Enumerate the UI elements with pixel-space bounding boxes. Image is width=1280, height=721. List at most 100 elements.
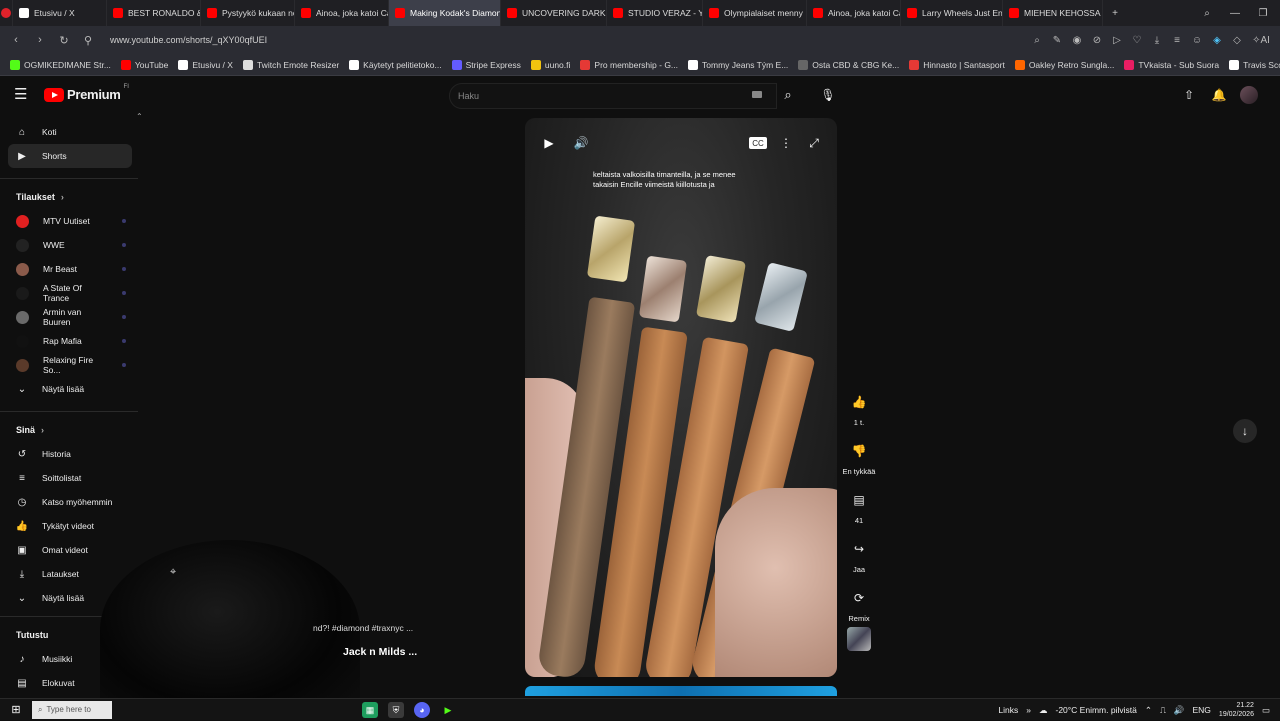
browser-tab[interactable]: STUDIO VERAZ - YouT [607,0,703,26]
bookmark-item[interactable]: Käytetyt pelitietoko... [345,59,445,70]
sidebar-subscription-item[interactable]: Relaxing Fire So... [0,353,132,377]
profile-icon[interactable]: ☺ [1188,30,1206,50]
bookmark-item[interactable]: Oakley Retro Sungla... [1011,59,1119,70]
search-tabs-icon[interactable]: ⌕ [1195,0,1219,26]
youtube-premium-logo[interactable]: Premium FI [44,84,129,102]
upload-icon[interactable]: ⇧ [1180,86,1198,104]
remix-icon[interactable]: ⟳ [845,584,873,612]
bookmark-item[interactable]: uuno.fi [527,59,575,70]
bookmark-item[interactable]: Tommy Jeans Tým E... [684,59,792,70]
browser-tab[interactable]: Ainoa, joka katoi Ca [807,0,901,26]
play-icon[interactable]: ▶ [539,134,559,152]
new-tab-button[interactable]: + [1103,0,1127,26]
back-button[interactable]: ‹ [6,30,26,50]
play-icon[interactable]: ▷ [1108,30,1126,50]
sidebar-item-home[interactable]: ⌂ Koti [0,120,132,144]
extension-icon[interactable]: ◈ [1208,30,1226,50]
keyboard-icon[interactable] [752,91,762,98]
show-more-subscriptions[interactable]: ⌄ Näytä lisää [0,377,132,401]
tray-chevron-icon[interactable]: ⌃ [1145,705,1152,716]
sidebar-subscription-item[interactable]: Rap Mafia [0,329,132,353]
forward-button[interactable]: › [30,30,50,50]
you-heading[interactable]: Sinä › [0,418,140,442]
menu-icon[interactable]: ≡ [1168,30,1186,50]
bookmark-item[interactable]: Etusivu / X [174,59,237,70]
audio-thumbnail[interactable] [847,627,871,651]
sidebar-item-history[interactable]: ↺ Historia [0,442,132,466]
video-description[interactable]: nd?! #diamond #traxnyc ... [313,623,413,633]
sidebar-item-watch-later[interactable]: ◷ Katso myöhemmin [0,490,132,514]
like-icon[interactable]: 👍 [845,388,873,416]
bookmark-item[interactable]: TVkaista - Sub Suora [1120,59,1223,70]
url-field[interactable]: www.youtube.com/shorts/_qXY00qfUEI [102,30,962,50]
opera-menu-button[interactable] [0,0,13,26]
browser-tab[interactable]: Olympialaiset menny [703,0,807,26]
sidebar-item-downloads[interactable]: ⤓ Lataukset [0,562,132,586]
comments-icon[interactable]: ▤ [845,486,873,514]
microphone-icon[interactable]: 🎙 [818,85,838,105]
search-icon[interactable]: ⌕ [778,83,798,107]
sidebar-subscription-item[interactable]: Mr Beast [0,257,132,281]
bookmark-item[interactable]: Stripe Express [448,59,525,70]
bookmark-item[interactable]: Osta CBD & CBG Ke... [794,59,903,70]
sidebar-subscription-item[interactable]: Armin van Buuren [0,305,132,329]
next-short-preview[interactable] [525,686,837,696]
volume-icon[interactable]: 🔊 [1174,705,1185,716]
sidebar-subscription-item[interactable]: MTV Uutiset [0,209,132,233]
heart-icon[interactable]: ♡ [1128,30,1146,50]
next-short-arrow-down-icon[interactable]: ↓ [1233,419,1257,443]
notifications-bell-icon[interactable]: 🔔 [1210,86,1228,104]
app-icon[interactable]: ▦ [362,702,378,718]
sidebar-subscription-item[interactable]: A State Of Trance [0,281,132,305]
sidebar-subscription-item[interactable]: WWE [0,233,132,257]
subscriptions-heading[interactable]: Tilaukset › [0,185,140,209]
adblock-icon[interactable]: ⊘ [1088,30,1106,50]
sidebar-item-liked-videos[interactable]: 👍 Tykätyt videot [0,514,132,538]
hamburger-menu-icon[interactable]: ☰ [14,86,32,104]
clock[interactable]: 21.22 19/02/2026 [1219,701,1254,719]
account-avatar[interactable] [1240,86,1258,104]
browser-tab[interactable]: Ainoa, joka katoi Ca [295,0,389,26]
browser-tab[interactable]: BEST RONALDO & M [107,0,201,26]
more-options-icon[interactable]: ⋮ [779,134,793,152]
language-indicator[interactable]: ENG [1193,705,1211,715]
download-icon[interactable]: ⤓ [1148,30,1166,50]
reload-button[interactable]: ↻ [54,30,74,50]
sidebar-item-shorts[interactable]: ▶ Shorts [8,144,132,168]
weather-text[interactable]: -20°C Enimm. pilvistä [1055,705,1136,715]
links-toolbar[interactable]: Links [998,705,1018,715]
channel-name[interactable]: Jack n Milds ... [343,646,417,658]
taskbar-search-input[interactable]: ⌕ Type here to [32,700,112,719]
edit-icon[interactable]: ✎ [1048,30,1066,50]
network-icon[interactable]: ⎍ [1160,705,1166,716]
share-icon[interactable]: ↪ [845,535,873,563]
shorts-video-player[interactable]: ▶ 🔊 CC ⋮ ⤢ keltaista valkoisilla timante… [525,118,837,677]
bookmark-item[interactable]: Pro membership - G... [576,59,682,70]
bookmark-item[interactable]: Travis Scott: Outfits... [1225,59,1280,70]
search-page-icon[interactable]: ⌕ [1028,30,1046,50]
kick-icon[interactable]: ▶ [440,702,456,718]
maximize-button[interactable]: ❐ [1251,0,1275,26]
sidebar-item-your-videos[interactable]: ▣ Omat videot [0,538,132,562]
notifications-icon[interactable]: ▭ [1262,705,1270,716]
browser-tab[interactable]: Pystyykö kukaan nos [201,0,295,26]
bookmark-item[interactable]: Twitch Emote Resizer [239,59,343,70]
browser-tab[interactable]: Larry Wheels Just End [901,0,1003,26]
camera-icon[interactable]: ◉ [1068,30,1086,50]
browser-tab[interactable]: UNCOVERING DARK E [501,0,607,26]
volume-icon[interactable]: 🔊 [571,134,591,152]
chevron-icon[interactable]: » [1026,705,1031,715]
shield-app-icon[interactable]: ⛨ [388,702,404,718]
discord-icon[interactable]: ◕ [414,702,430,718]
search-input[interactable]: Haku [449,83,777,109]
browser-tab[interactable]: Etusivu / X [13,0,107,26]
captions-icon[interactable]: CC [749,137,767,149]
windows-start-icon[interactable]: ⊞ [0,699,32,721]
ai-icon[interactable]: ✧AI [1248,30,1274,50]
minimize-button[interactable]: — [1223,0,1247,26]
fullscreen-icon[interactable]: ⤢ [805,134,823,152]
box-icon[interactable]: ◇ [1228,30,1246,50]
bookmark-item[interactable]: Hinnasto | Santasport [905,59,1009,70]
browser-tab[interactable]: MIEHEN KEHOSSA O [1003,0,1103,26]
dislike-icon[interactable]: 👎 [845,437,873,465]
